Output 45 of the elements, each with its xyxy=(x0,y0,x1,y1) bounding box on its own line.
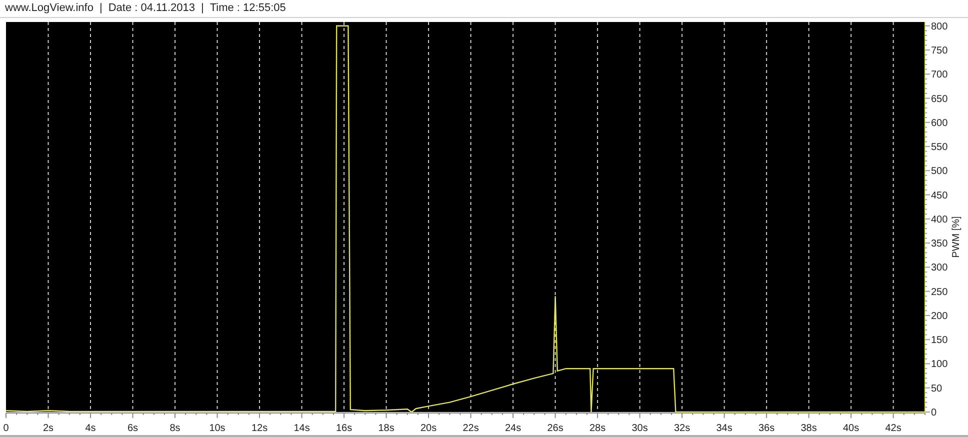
x-tick-label: 26s xyxy=(547,423,564,434)
y-tick-label: 400 xyxy=(931,214,948,226)
x-tick-label: 0 xyxy=(3,423,9,434)
x-tick-label: 6s xyxy=(127,423,138,434)
y-tick-label: 350 xyxy=(931,238,948,250)
x-tick-label: 28s xyxy=(589,423,606,434)
x-tick-label: 30s xyxy=(632,423,648,434)
y-tick-label: 700 xyxy=(931,70,948,81)
x-tick-label: 34s xyxy=(716,423,732,434)
x-tick-label: 32s xyxy=(674,423,690,434)
separator: | xyxy=(200,1,204,16)
x-tick-label: 38s xyxy=(800,423,817,434)
x-tick-label: 14s xyxy=(294,423,310,434)
x-tick-label: 22s xyxy=(462,423,479,434)
x-tick-label: 10s xyxy=(209,423,226,434)
x-tick-label: 12s xyxy=(251,423,268,434)
x-tick-label: 8s xyxy=(170,423,180,434)
y-tick-label: 800 xyxy=(931,21,948,32)
y-tick-label: 550 xyxy=(931,142,948,154)
x-tick-label: 18s xyxy=(378,423,394,434)
x-tick-label: 4s xyxy=(85,423,96,434)
x-tick-label: 2s xyxy=(42,423,54,434)
y-tick-label: 450 xyxy=(931,190,948,202)
y-tick-label: 500 xyxy=(931,166,948,178)
y-axis-title: PWM [%] xyxy=(951,216,962,258)
x-tick-label: 24s xyxy=(504,423,522,434)
x-tick-label: 36s xyxy=(758,423,775,434)
header-text: Time : 12:55:05 xyxy=(210,1,286,16)
x-tick-label: 42s xyxy=(885,423,902,434)
y-tick-label: 600 xyxy=(931,118,948,129)
header-text: www.LogView.info xyxy=(5,1,94,16)
x-tick-label: 20s xyxy=(420,423,437,434)
header-text: Date : 04.11.2013 xyxy=(108,1,195,16)
y-tick-label: 650 xyxy=(931,94,948,105)
separator: | xyxy=(99,1,102,16)
y-tick-label: 100 xyxy=(931,359,948,370)
y-tick-label: 750 xyxy=(931,46,948,56)
y-tick-label: 50 xyxy=(931,383,942,394)
y-tick-label: 250 xyxy=(931,286,948,298)
x-tick-label: 16s xyxy=(336,423,352,434)
x-tick-label: 40s xyxy=(843,423,860,434)
y-tick-label: 0 xyxy=(931,408,937,418)
y-tick-label: 300 xyxy=(931,262,948,274)
y-tick-label: 200 xyxy=(931,310,948,322)
y-tick-label: 150 xyxy=(931,335,948,346)
